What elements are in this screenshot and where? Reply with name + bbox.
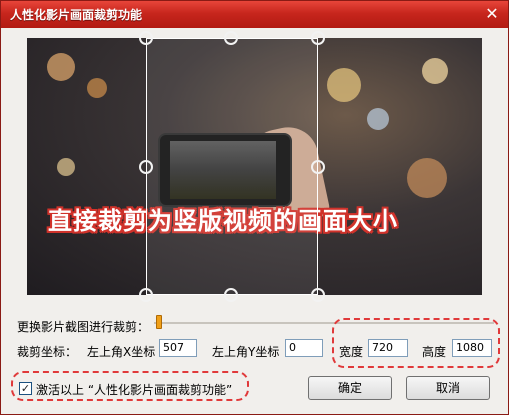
ok-button[interactable]: 确定 <box>308 376 392 400</box>
frame-slider-thumb[interactable] <box>156 315 162 329</box>
bokeh-light <box>422 58 448 84</box>
cancel-button[interactable]: 取消 <box>406 376 490 400</box>
crop-handle-top-right[interactable] <box>311 31 325 45</box>
dialog-title: 人性化影片画面裁剪功能 <box>10 8 143 22</box>
bokeh-light <box>367 108 389 130</box>
y-coord-label: 左上角Y坐标 <box>212 345 280 359</box>
crop-handle-bottom-right[interactable] <box>311 288 325 302</box>
bokeh-light <box>47 53 75 81</box>
crop-handle-bottom-center[interactable] <box>224 288 238 302</box>
x-coord-field[interactable]: 507 <box>159 339 197 357</box>
crop-rectangle[interactable] <box>146 38 318 295</box>
crop-handle-middle-right[interactable] <box>311 160 325 174</box>
bokeh-light <box>57 158 75 176</box>
close-icon[interactable]: ✕ <box>482 5 502 23</box>
bokeh-light <box>407 158 447 198</box>
crop-handle-middle-left[interactable] <box>139 160 153 174</box>
crop-handle-top-center[interactable] <box>224 31 238 45</box>
x-coord-label: 左上角X坐标 <box>87 345 156 359</box>
bokeh-light <box>87 78 107 98</box>
crop-coords-label: 裁剪坐标： <box>17 345 78 359</box>
crop-handle-top-left[interactable] <box>139 31 153 45</box>
bokeh-light <box>327 68 361 102</box>
highlight-activate <box>11 371 249 401</box>
highlight-size-fields <box>332 318 500 368</box>
crop-slider-label: 更换影片截图进行裁剪： <box>17 320 150 334</box>
title-bar[interactable]: 人性化影片画面裁剪功能 ✕ <box>1 1 508 28</box>
crop-dialog: 人性化影片画面裁剪功能 ✕ 直接裁剪为竖版视频的画面大小 更换影片截图进行裁剪：… <box>0 0 509 415</box>
y-coord-field[interactable]: 0 <box>285 339 323 357</box>
crop-handle-bottom-left[interactable] <box>139 288 153 302</box>
